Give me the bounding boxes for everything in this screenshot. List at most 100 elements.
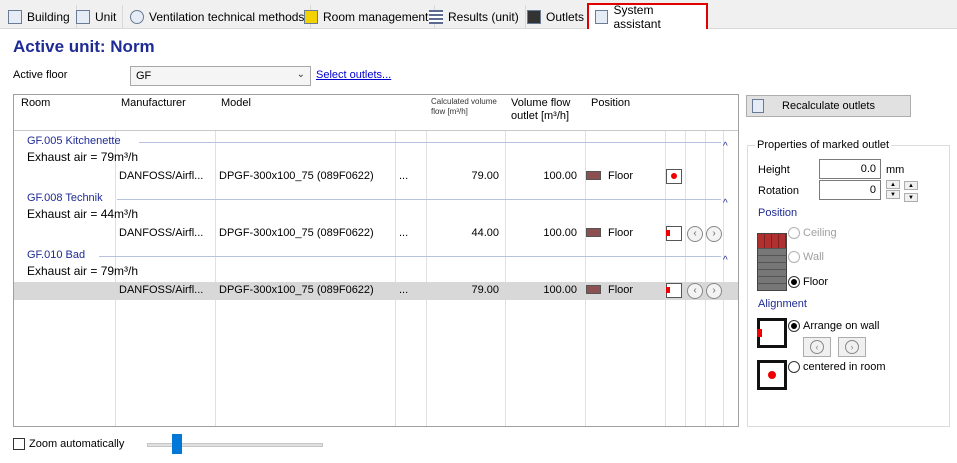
height-input[interactable]: 0.0 [819,159,881,179]
calculator-icon [595,10,609,24]
room-icon [304,10,318,24]
manufacturer-cell: DANFOSS/Airfl... [119,170,204,182]
table-header: Room Manufacturer Model Calculated volum… [14,95,738,131]
ventilation-icon [130,10,144,24]
col-room[interactable]: Room [21,97,50,110]
tab-unit[interactable]: Unit [70,5,124,29]
position-cell: Floor [608,227,634,239]
position-floor-radio[interactable]: Floor [788,276,828,288]
more-button[interactable]: ... [399,284,408,296]
arrange-on-wall-radio[interactable]: Arrange on wall [788,320,879,332]
floor-brick-icon [586,171,601,180]
chevron-down-icon: ⌄ [296,69,305,80]
calc-flow-cell: 79.00 [471,284,499,296]
select-outlets-link[interactable]: Select outlets... [316,69,391,81]
table-row-selected[interactable]: DANFOSS/Airfl... DPGF-300x100_75 (089F06… [14,282,738,300]
centered-in-room-radio[interactable]: centered in room [788,361,886,373]
model-cell: DPGF-300x100_75 (089F0622) [219,227,374,239]
collapse-icon[interactable]: ^ [723,255,728,266]
collapse-icon[interactable]: ^ [723,198,728,209]
height-label: Height [758,164,790,176]
properties-title: Properties of marked outlet [755,139,892,151]
calc-flow-cell: 79.00 [471,170,499,182]
rotation-input[interactable]: 0 [819,180,881,200]
tab-ventilation-methods[interactable]: Ventilation technical methods [124,5,312,29]
active-floor-value: GF [136,70,152,82]
exhaust-air-text: Exhaust air = 44m³/h [27,207,139,221]
tab-label: Room management [323,10,429,24]
building-icon [8,10,22,24]
spin-down-icon[interactable]: ▼ [904,193,918,202]
tab-room-management[interactable]: Room management [298,5,436,29]
model-cell: DPGF-300x100_75 (089F0622) [219,170,374,182]
col-outlet-flow[interactable]: Volume flow outlet [m³/h] [511,97,583,123]
spin-up-icon[interactable]: ▲ [904,181,918,190]
position-wall-radio[interactable]: Wall [788,251,824,263]
arrow-right-icon[interactable]: › [706,226,722,242]
rotate-left-button[interactable]: ‹ [803,337,831,357]
tab-system-assistant[interactable]: System assistant [587,3,708,31]
arrow-left-icon[interactable]: ‹ [687,226,703,242]
zoom-label: Zoom automatically [29,438,125,450]
zoom-checkbox[interactable] [13,438,25,450]
table-row[interactable]: DANFOSS/Airfl... DPGF-300x100_75 (089F06… [14,225,738,243]
outlet-flow-cell: 100.00 [543,170,577,182]
active-floor-label: Active floor [13,69,68,81]
tab-label: Outlets [546,10,585,24]
radio-label: Ceiling [803,227,837,239]
radio-icon [788,251,800,263]
arrow-right-icon[interactable]: › [706,283,722,299]
radio-label: Wall [803,251,824,263]
position-cell: Floor [608,170,634,182]
col-calculated-flow[interactable]: Calculated volume flow [m³/h] [431,97,503,117]
spin-down-icon[interactable]: ▼ [886,190,900,199]
calculator-icon [752,99,764,113]
position-section-label: Position [758,207,798,219]
outlet-icon [527,10,541,24]
radio-icon [788,361,800,373]
align-center-icon [757,360,787,390]
floor-brick-icon [586,228,601,237]
rotate-right-button[interactable]: › [838,337,866,357]
radio-label: Arrange on wall [803,320,880,332]
wall-brick-icon [757,233,787,291]
col-manufacturer[interactable]: Manufacturer [121,97,186,110]
recalculate-outlets-button[interactable]: Recalculate outlets [746,95,911,117]
outlet-wall-icon[interactable] [666,226,682,241]
radio-label: Floor [803,276,829,288]
room-group-title: GF.005 Kitchenette [27,135,121,147]
tab-building[interactable]: Building [2,5,77,29]
tab-results-unit[interactable]: Results (unit) [423,5,526,29]
active-floor-select[interactable]: GF ⌄ [130,66,311,86]
col-model[interactable]: Model [221,97,251,110]
height-unit: mm [886,164,905,176]
outlet-centered-icon[interactable] [666,169,682,184]
arrow-left-icon: ‹ [810,340,824,354]
room-group-title: GF.008 Technik [27,192,103,204]
position-ceiling-radio[interactable]: Ceiling [788,227,837,239]
list-icon [429,10,443,24]
zoom-automatically[interactable]: Zoom automatically [13,438,124,450]
tab-label: Unit [95,10,117,24]
tab-label: Ventilation technical methods [149,10,305,24]
more-button[interactable]: ... [399,170,408,182]
floor-brick-icon [586,285,601,294]
outlet-wall-icon[interactable] [666,283,682,298]
tab-outlets[interactable]: Outlets [521,5,592,29]
table-row[interactable]: DANFOSS/Airfl... DPGF-300x100_75 (089F06… [14,168,738,186]
align-wall-icon [757,318,787,348]
arrow-left-icon[interactable]: ‹ [687,283,703,299]
col-position[interactable]: Position [591,97,630,110]
radio-icon [788,276,800,288]
more-button[interactable]: ... [399,227,408,239]
spin-up-icon[interactable]: ▲ [886,180,900,189]
arrow-right-icon: › [845,340,859,354]
model-cell: DPGF-300x100_75 (089F0622) [219,284,374,296]
collapse-icon[interactable]: ^ [723,141,728,152]
calc-flow-cell: 44.00 [471,227,499,239]
unit-icon [76,10,90,24]
zoom-slider-thumb[interactable] [171,434,182,454]
recalc-label: Recalculate outlets [782,100,875,112]
page-title: Active unit: Norm [13,37,155,56]
outlet-flow-cell: 100.00 [543,227,577,239]
